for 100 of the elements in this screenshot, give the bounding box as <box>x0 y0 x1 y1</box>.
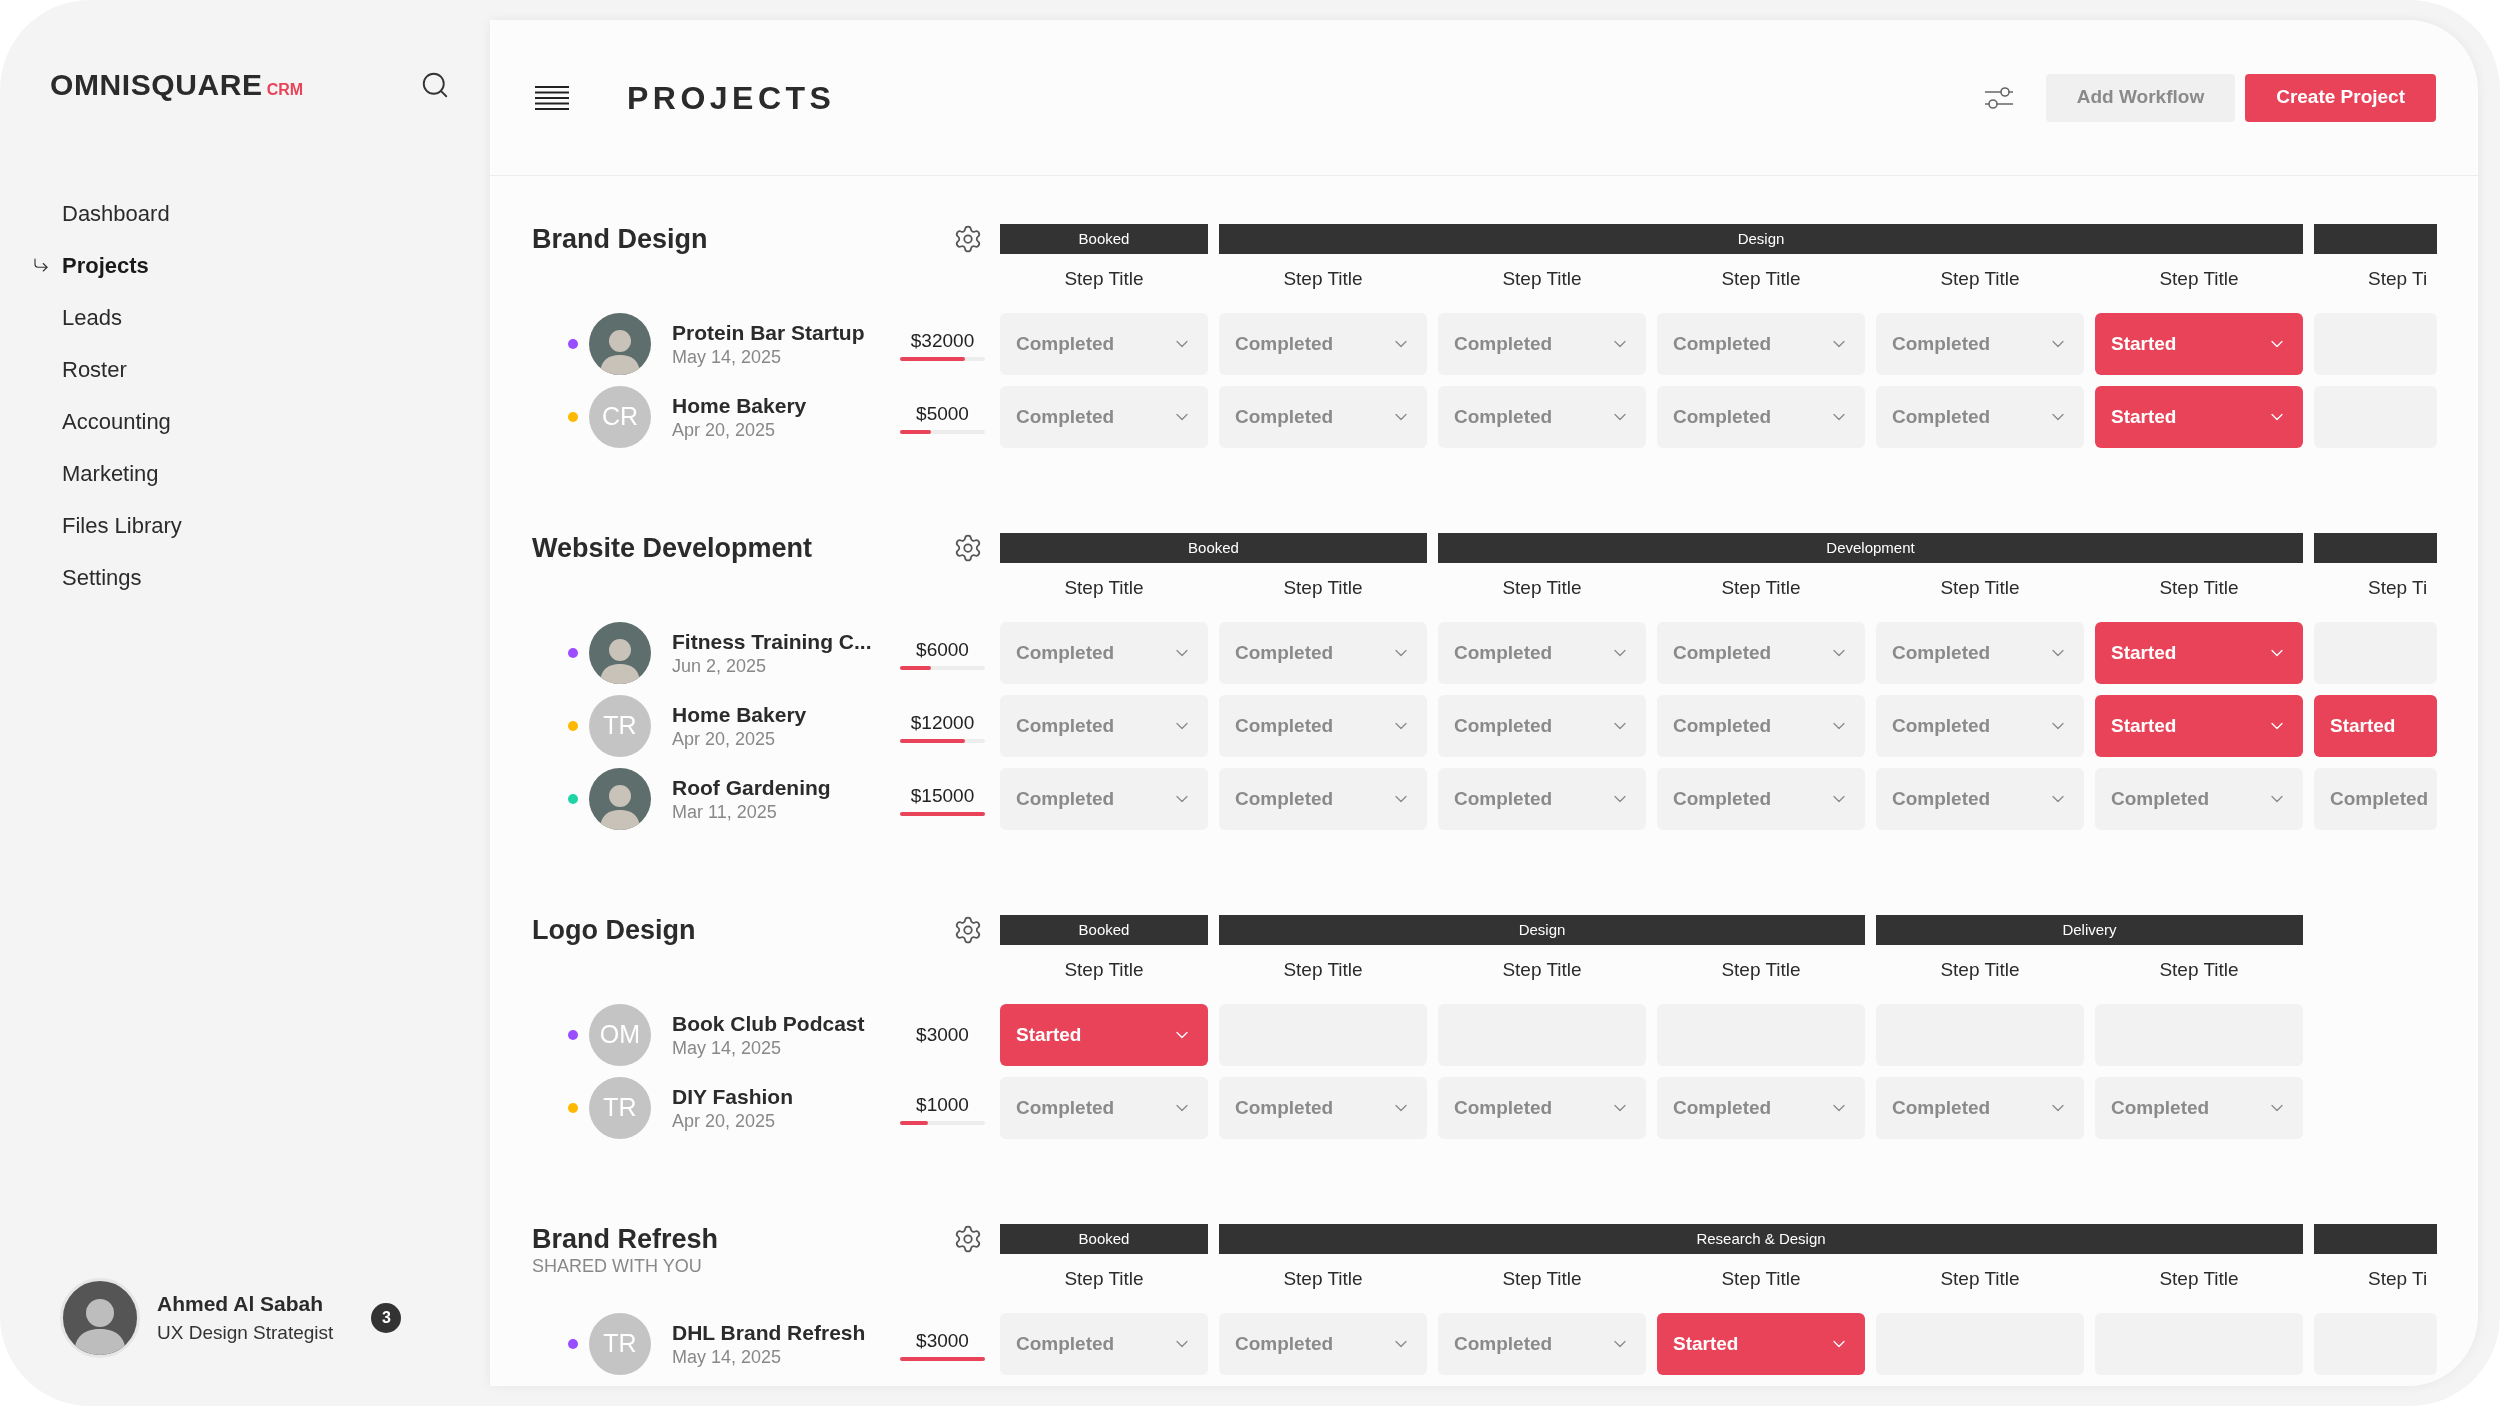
step-title: Step Title <box>1064 1266 1144 1291</box>
status-dropdown[interactable]: Completed <box>1876 695 2084 757</box>
status-dropdown[interactable]: Completed <box>1657 1077 1865 1139</box>
status-dropdown[interactable]: Completed <box>1438 386 1646 448</box>
nav-item[interactable]: Projects <box>62 248 149 282</box>
status-dropdown[interactable]: Completed <box>1876 313 2084 375</box>
step-title: Step Ti <box>2368 575 2428 600</box>
settings-icon[interactable] <box>953 533 983 563</box>
status-dropdown[interactable]: Completed <box>1876 1077 2084 1139</box>
avatar-initials: TR <box>589 695 651 757</box>
status-dropdown[interactable]: Completed <box>2314 768 2437 830</box>
status-dropdown[interactable]: Completed <box>1657 768 1865 830</box>
project-name[interactable]: Fitness Training C... <box>672 629 887 655</box>
settings-icon[interactable] <box>953 224 983 254</box>
status-dropdown[interactable]: Completed <box>1219 1077 1427 1139</box>
step-title: Step Title <box>1502 266 1582 291</box>
section-title: Brand Refresh <box>532 1222 719 1256</box>
status-dropdown[interactable]: Completed <box>1000 313 1208 375</box>
status-dropdown[interactable]: Completed <box>1438 313 1646 375</box>
status-dropdown[interactable]: Completed <box>1438 768 1646 830</box>
nav-item[interactable]: Marketing <box>62 456 159 490</box>
user-role: UX Design Strategist <box>157 1321 334 1345</box>
status-dropdown[interactable]: Completed <box>1876 386 2084 448</box>
nav-item[interactable]: Roster <box>62 352 127 386</box>
step-title: Step Title <box>1283 1266 1363 1291</box>
status-dropdown[interactable]: Completed <box>1876 768 2084 830</box>
status-dropdown[interactable]: Started <box>2095 622 2303 684</box>
status-dropdown[interactable]: Completed <box>1000 1077 1208 1139</box>
nav-item[interactable]: Files Library <box>62 508 182 542</box>
nav-item[interactable]: Dashboard <box>62 196 170 230</box>
project-name[interactable]: Book Club Podcast <box>672 1011 887 1037</box>
settings-icon[interactable] <box>953 915 983 945</box>
step-title: Step Title <box>1940 1266 2020 1291</box>
status-dropdown[interactable]: Completed <box>1657 695 1865 757</box>
status-dropdown[interactable]: Completed <box>1000 386 1208 448</box>
step-title: Step Title <box>2159 266 2239 291</box>
project-date: May 14, 2025 <box>672 1037 783 1059</box>
status-dropdown[interactable]: Completed <box>1219 386 1427 448</box>
project-name[interactable]: Roof Gardening <box>672 775 887 801</box>
notification-badge[interactable]: 3 <box>371 1303 402 1333</box>
status-dropdown[interactable]: Started <box>1000 1004 1208 1066</box>
status-dropdown[interactable]: Completed <box>1000 1313 1208 1375</box>
project-date: Mar 11, 2025 <box>672 801 778 823</box>
section-title: Brand Design <box>532 222 708 256</box>
status-dropdown[interactable]: Completed <box>1000 695 1208 757</box>
status-dropdown[interactable]: Completed <box>1657 622 1865 684</box>
status-dropdown[interactable]: Completed <box>2095 768 2303 830</box>
step-title: Step Title <box>1721 957 1801 982</box>
status-dropdown[interactable]: Completed <box>1219 622 1427 684</box>
project-date: Apr 20, 2025 <box>672 728 777 750</box>
avatar-initials: TR <box>589 1313 651 1375</box>
status-dropdown[interactable]: Completed <box>1657 313 1865 375</box>
status-dropdown[interactable]: Completed <box>1876 622 2084 684</box>
phase-bar: Research & Design <box>1219 1224 2303 1254</box>
status-dropdown[interactable]: Completed <box>1219 313 1427 375</box>
status-dropdown[interactable]: Started <box>2314 695 2437 757</box>
project-name[interactable]: Home Bakery <box>672 393 887 419</box>
status-dropdown[interactable]: Completed <box>1438 1313 1646 1375</box>
status-dropdown[interactable]: Completed <box>1438 622 1646 684</box>
step-title: Step Title <box>1283 266 1363 291</box>
status-dropdown[interactable]: Started <box>2095 313 2303 375</box>
status-dropdown[interactable]: Completed <box>1657 386 1865 448</box>
status-dropdown[interactable]: Completed <box>2095 1077 2303 1139</box>
step-title: Step Title <box>1502 1266 1582 1291</box>
step-title: Step Title <box>2159 957 2239 982</box>
filter-sliders-icon[interactable] <box>1983 84 2014 111</box>
status-dropdown[interactable]: Completed <box>1219 695 1427 757</box>
project-name[interactable]: Protein Bar Startup <box>672 320 887 346</box>
nav-item[interactable]: Leads <box>62 300 122 334</box>
project-name[interactable]: DHL Brand Refresh <box>672 1320 887 1346</box>
status-dropdown[interactable]: Completed <box>1438 1077 1646 1139</box>
project-name[interactable]: Home Bakery <box>672 702 887 728</box>
workflow-button[interactable]: Add Workflow <box>2045 73 2236 122</box>
settings-icon[interactable] <box>953 1224 983 1254</box>
project-date: Apr 20, 2025 <box>672 1110 777 1132</box>
status-dropdown[interactable]: Completed <box>1438 695 1646 757</box>
menu-icon[interactable] <box>535 84 569 111</box>
project-price: $3000 <box>916 1328 969 1353</box>
status-dropdown[interactable]: Completed <box>1219 1313 1427 1375</box>
project-name[interactable]: DIY Fashion <box>672 1084 887 1110</box>
project-date: May 14, 2025 <box>672 346 783 368</box>
nav-item[interactable]: Accounting <box>62 404 171 438</box>
step-title: Step Title <box>1064 575 1144 600</box>
status-dropdown[interactable]: Started <box>2095 386 2303 448</box>
project-date: May 14, 2025 <box>672 1346 783 1368</box>
status-dropdown[interactable]: Completed <box>1219 768 1427 830</box>
project-price: $1000 <box>916 1092 969 1117</box>
status-dropdown[interactable]: Completed <box>1000 622 1208 684</box>
project-price: $15000 <box>910 783 975 808</box>
step-title: Step Title <box>1283 957 1363 982</box>
create-button[interactable]: Create Project <box>2245 73 2436 122</box>
status-dropdown[interactable]: Started <box>2095 695 2303 757</box>
status-dropdown[interactable]: Started <box>1657 1313 1865 1375</box>
project-price: $6000 <box>916 637 969 662</box>
step-title: Step Title <box>2159 575 2239 600</box>
status-dropdown[interactable]: Completed <box>1000 768 1208 830</box>
project-price: $3000 <box>916 1023 969 1047</box>
nav-item[interactable]: Settings <box>62 560 142 594</box>
phase-bar: Booked <box>1000 533 1427 563</box>
step-title: Step Title <box>1283 575 1363 600</box>
